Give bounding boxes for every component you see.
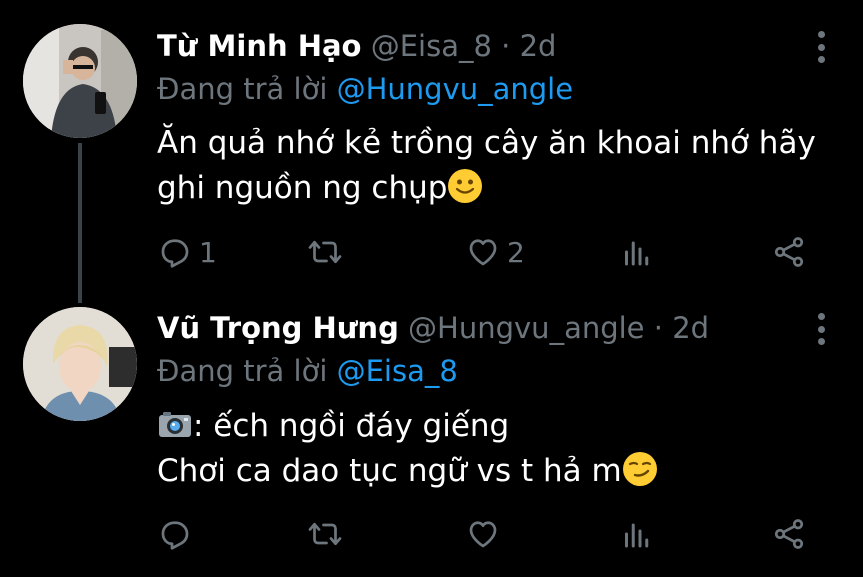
retweet-button[interactable]	[307, 514, 343, 554]
username[interactable]: @Eisa_8	[371, 29, 492, 63]
tweet-text-span: ghi nguồn ng chụp	[157, 170, 448, 206]
more-options-icon[interactable]	[817, 313, 825, 345]
tweet-2[interactable]: Vũ Trọng Hưng @Hungvu_angle · 2d Đang tr…	[0, 290, 863, 577]
tweet-text-span: Chơi ca dao tục ngữ vs t hả m	[157, 453, 622, 489]
timestamp[interactable]: 2d	[672, 311, 709, 345]
reply-button[interactable]: 1	[157, 232, 217, 272]
replying-to-label: Đang trả lời	[157, 354, 328, 388]
slightly-smiling-face-emoji-icon	[447, 168, 483, 204]
replying-to: Đang trả lời @Eisa_8	[157, 353, 458, 389]
camera-emoji-icon	[157, 406, 193, 442]
tweet-1[interactable]: Từ Minh Hạo @Eisa_8 · 2d Đang trả lời @H…	[0, 0, 863, 303]
replying-to-mention[interactable]: @Eisa_8	[337, 354, 458, 388]
heart-icon	[469, 521, 497, 548]
share-icon	[774, 237, 804, 267]
like-button[interactable]	[465, 514, 507, 554]
retweet-button[interactable]	[307, 232, 343, 272]
like-button[interactable]: 2	[465, 232, 525, 272]
smirking-face-emoji-icon	[622, 451, 658, 487]
reply-button[interactable]	[157, 514, 199, 554]
replying-to-label: Đang trả lời	[157, 72, 328, 106]
heart-icon	[469, 239, 497, 266]
share-button[interactable]	[771, 514, 807, 554]
retweet-icon	[308, 240, 342, 264]
tweet-text-line: Chơi ca dao tục ngữ vs t hả m	[157, 449, 837, 494]
username[interactable]: @Hungvu_angle	[408, 311, 644, 345]
analytics-icon	[625, 523, 649, 548]
reply-count: 1	[199, 235, 217, 269]
analytics-icon	[625, 241, 649, 266]
more-options-icon[interactable]	[817, 31, 825, 63]
share-icon	[774, 519, 804, 549]
display-name[interactable]: Từ Minh Hạo	[157, 29, 361, 63]
tweet-text: : ếch ngồi đáy giếng Chơi ca dao tục ngữ…	[157, 404, 837, 494]
analytics-button[interactable]	[619, 514, 655, 554]
reply-icon	[161, 521, 189, 550]
separator: ·	[501, 29, 511, 63]
tweet-actions: 1 2	[157, 232, 817, 272]
retweet-icon	[308, 522, 342, 546]
share-button[interactable]	[771, 232, 807, 272]
avatar[interactable]	[23, 24, 137, 138]
reply-icon	[161, 239, 189, 268]
replying-to: Đang trả lời @Hungvu_angle	[157, 71, 573, 107]
tweet-text: Ăn quả nhớ kẻ trồng cây ăn khoai nhớ hãy…	[157, 121, 837, 211]
tweet-actions	[157, 514, 817, 554]
replying-to-mention[interactable]: @Hungvu_angle	[337, 72, 573, 106]
thread-connector	[78, 143, 82, 303]
like-count: 2	[507, 235, 525, 269]
tweet-text-line: Ăn quả nhớ kẻ trồng cây ăn khoai nhớ hãy	[157, 125, 816, 161]
tweet-text-line: : ếch ngồi đáy giếng	[157, 404, 837, 449]
analytics-button[interactable]	[619, 232, 655, 272]
avatar[interactable]	[23, 307, 137, 421]
tweet-text-line: ghi nguồn ng chụp	[157, 166, 837, 211]
display-name[interactable]: Vũ Trọng Hưng	[157, 311, 399, 345]
separator: ·	[653, 311, 663, 345]
tweet-header: Từ Minh Hạo @Eisa_8 · 2d	[157, 28, 556, 64]
tweet-text-span: : ếch ngồi đáy giếng	[193, 408, 510, 444]
timestamp[interactable]: 2d	[520, 29, 557, 63]
tweet-header: Vũ Trọng Hưng @Hungvu_angle · 2d	[157, 310, 709, 346]
